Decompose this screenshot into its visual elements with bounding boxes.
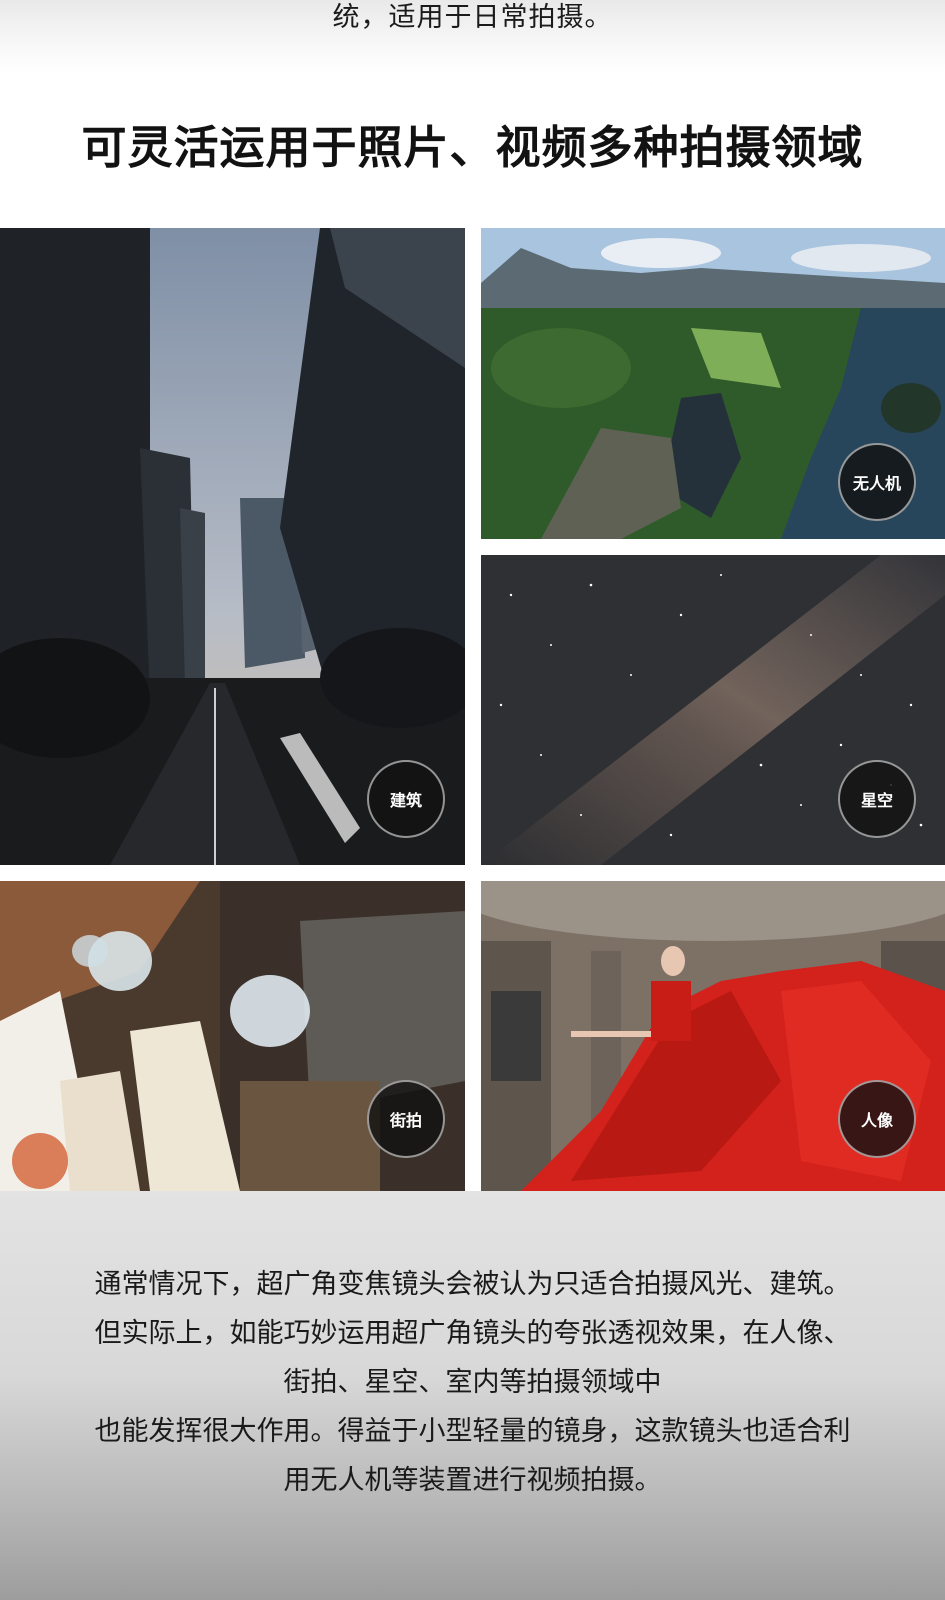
photo-street: 街拍 [0,881,465,1191]
section-title: 可灵活运用于照片、视频多种拍摄领域 [81,121,864,174]
badge-portrait: 人像 [838,1080,916,1158]
photo-portrait: 人像 [481,881,945,1191]
badge-starry-sky: 星空 [838,760,916,838]
description-paragraph: 通常情况下，超广角变焦镜头会被认为只适合拍摄风光、建筑。 但实际上，如能巧妙运用… [40,1260,905,1505]
description-line: 通常情况下，超广角变焦镜头会被认为只适合拍摄风光、建筑。 [94,1269,851,1300]
description-line: 但实际上，如能巧妙运用超广角镜头的夸张透视效果，在人像、 [94,1318,851,1349]
badge-drone: 无人机 [838,443,916,521]
badge-street: 街拍 [367,1080,445,1158]
description-line: 也能发挥很大作用。得益于小型轻量的镜身，这款镜头也适合利 [94,1416,851,1447]
description-line: 街拍、星空、室内等拍摄领域中 [283,1367,662,1398]
intro-text-tail: 统，适用于日常拍摄。 [332,2,613,33]
photo-starry-sky: 星空 [481,555,945,865]
photo-architecture: 建筑 [0,228,465,865]
badge-architecture: 建筑 [367,760,445,838]
description-line: 用无人机等装置进行视频拍摄。 [283,1465,662,1496]
photo-drone: 无人机 [481,228,945,539]
